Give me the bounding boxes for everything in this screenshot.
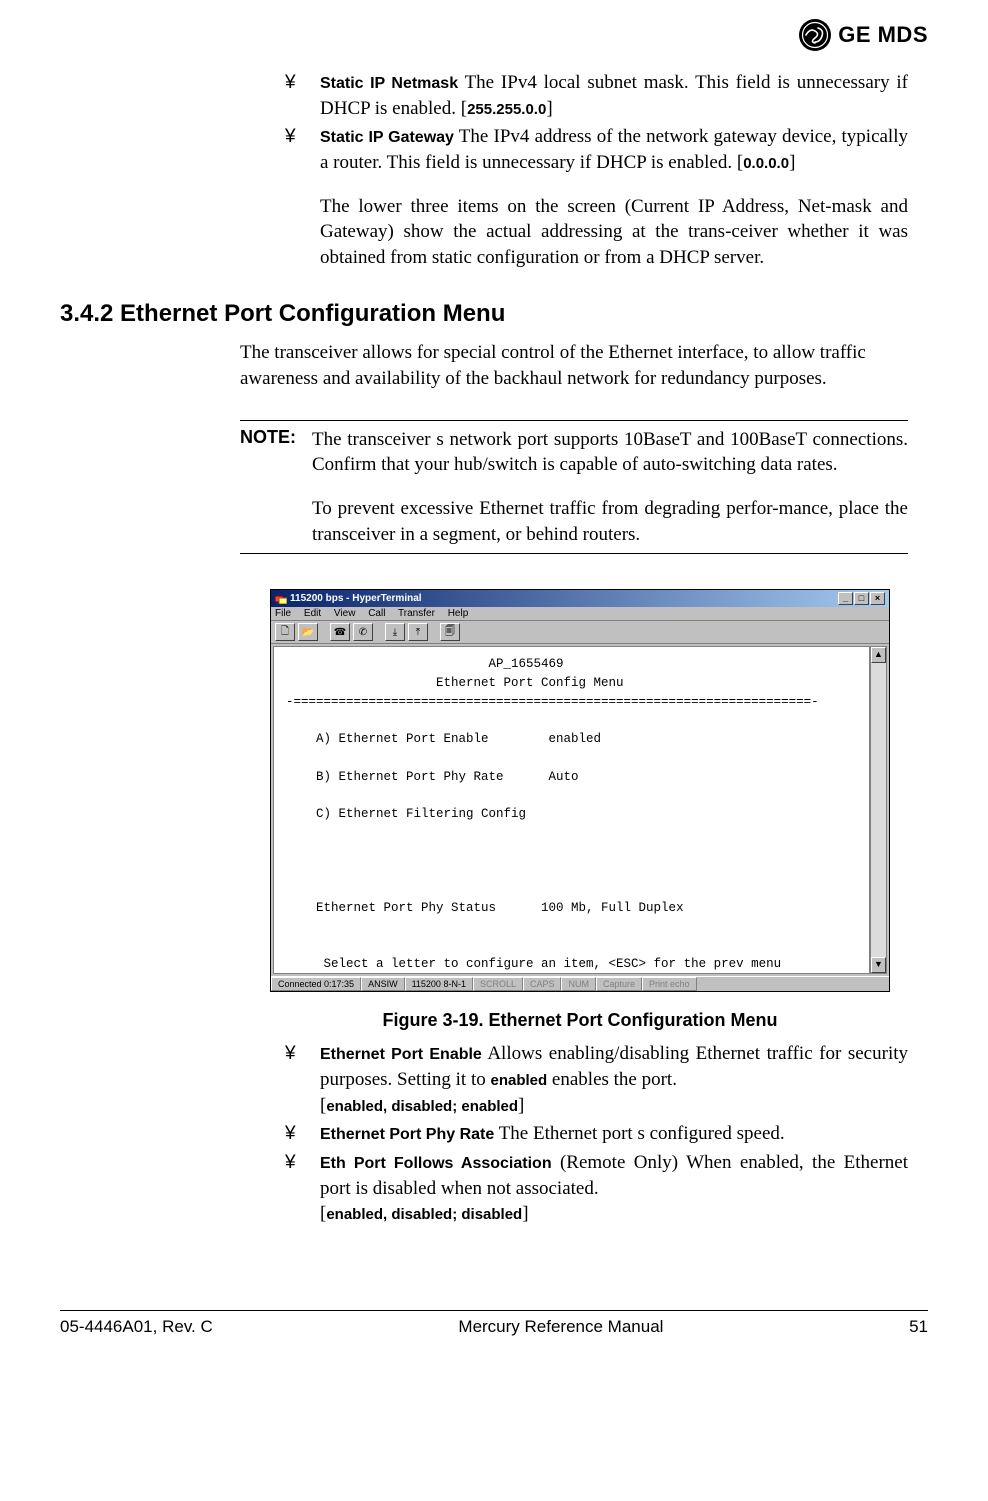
toolbar-new-icon[interactable]: 🗋 — [275, 623, 295, 641]
term-label: Ethernet Port Phy Rate — [320, 1126, 494, 1143]
term-label: Ethernet Port Enable — [320, 1046, 482, 1063]
section-paragraph: The transceiver allows for special contr… — [240, 340, 908, 391]
menu-transfer[interactable]: Transfer — [398, 608, 435, 619]
toolbar-open-icon[interactable]: 📂 — [298, 623, 318, 641]
term-value: 0.0.0.0 — [743, 155, 789, 172]
menu-edit[interactable]: Edit — [304, 608, 321, 619]
term-line — [286, 749, 857, 768]
term-line — [286, 862, 857, 881]
page-footer: 05-4446A01, Rev. C Mercury Reference Man… — [0, 1311, 988, 1357]
status-rate: 115200 8-N-1 — [405, 977, 473, 991]
inline-term: enabled — [490, 1072, 547, 1089]
scroll-up-icon[interactable]: ▲ — [871, 647, 886, 663]
minimize-button[interactable]: _ — [838, 592, 853, 605]
close-button[interactable]: × — [870, 592, 885, 605]
note-label: NOTE: — [240, 427, 312, 548]
status-printecho: Print echo — [642, 977, 697, 991]
bullet-eth-port-follows-association: ¥ Eth Port Follows Association (Remote O… — [285, 1150, 908, 1227]
bullet-static-ip-netmask: ¥ Static IP Netmask The IPv4 local subne… — [285, 70, 908, 121]
footer-title: Mercury Reference Manual — [458, 1317, 663, 1337]
term-options: enabled, disabled; disabled — [326, 1206, 522, 1223]
window-titlebar: 115200 bps - HyperTerminal _□× — [271, 590, 889, 607]
term-value: 255.255.0.0 — [467, 101, 546, 118]
window-title: 115200 bps - HyperTerminal — [290, 593, 422, 604]
ge-monogram-icon — [798, 18, 832, 52]
term-line — [286, 880, 857, 899]
status-caps: CAPS — [523, 977, 562, 991]
bullet-marker: ¥ — [285, 1041, 296, 1067]
term-line: Ethernet Port Phy Status 100 Mb, Full Du… — [286, 899, 857, 918]
hyperterminal-window: 115200 bps - HyperTerminal _□× File Edit… — [270, 589, 890, 992]
scroll-down-icon[interactable]: ▼ — [871, 957, 886, 973]
status-num: NUM — [561, 977, 596, 991]
term-line — [286, 824, 857, 843]
bullet-marker: ¥ — [285, 124, 296, 150]
term-desc-end: ] — [789, 152, 795, 173]
menu-bar: File Edit View Call Transfer Help — [271, 607, 889, 621]
toolbar-disconnect-icon[interactable]: ✆ — [353, 623, 373, 641]
term-line — [286, 843, 857, 862]
toolbar: 🗋 📂 ☎ ✆ ⤓ ⤒ 🗐 — [271, 621, 889, 644]
term-desc: The Ethernet port s configured speed. — [499, 1123, 785, 1144]
figure-caption: Figure 3-19. Ethernet Port Configuration… — [270, 1010, 890, 1031]
bullet-marker: ¥ — [285, 1150, 296, 1176]
term-line: C) Ethernet Filtering Config — [286, 805, 857, 824]
note-box: NOTE: The transceiver s network port sup… — [240, 420, 908, 555]
toolbar-receive-icon[interactable]: ⤒ — [408, 623, 428, 641]
term-line — [286, 918, 857, 937]
footer-doc-id: 05-4446A01, Rev. C — [60, 1317, 213, 1337]
term-label: Eth Port Follows Association — [320, 1155, 552, 1172]
term-options: enabled, disabled; enabled — [326, 1098, 518, 1115]
term-desc-end: ] — [546, 98, 552, 119]
bullet-marker: ¥ — [285, 1121, 296, 1147]
scrollbar[interactable]: ▲ ▼ — [870, 646, 887, 974]
app-icon — [275, 594, 287, 604]
toolbar-properties-icon[interactable]: 🗐 — [440, 623, 460, 641]
menu-view[interactable]: View — [334, 608, 356, 619]
bullet-static-ip-gateway: ¥ Static IP Gateway The IPv4 address of … — [285, 124, 908, 175]
term-label: Static IP Netmask — [320, 75, 458, 92]
term-paren: (Remote Only) — [552, 1152, 678, 1173]
brand-logo: GE MDS — [798, 18, 928, 52]
menu-help[interactable]: Help — [448, 608, 469, 619]
toolbar-connect-icon[interactable]: ☎ — [330, 623, 350, 641]
note-paragraph-2: To prevent excessive Ethernet traffic fr… — [312, 496, 908, 547]
term-line: B) Ethernet Port Phy Rate Auto — [286, 768, 857, 787]
section-heading: 3.4.2 Ethernet Port Configuration Menu — [60, 300, 928, 328]
status-bar: Connected 0:17:35 ANSIW 115200 8-N-1 SCR… — [271, 976, 889, 991]
term-label: Static IP Gateway — [320, 129, 454, 146]
bullet-marker: ¥ — [285, 70, 296, 96]
followup-paragraph: The lower three items on the screen (Cur… — [285, 194, 908, 271]
term-line: AP_1655469 — [286, 655, 857, 674]
status-emulation: ANSIW — [361, 977, 405, 991]
status-capture: Capture — [596, 977, 642, 991]
term-line — [286, 937, 857, 956]
term-line: -=======================================… — [286, 693, 857, 712]
terminal-area[interactable]: AP_1655469 Ethernet Port Config Menu-===… — [273, 646, 870, 974]
brand-text: GE MDS — [838, 22, 928, 48]
term-desc-2: enables the port. — [547, 1069, 677, 1090]
menu-file[interactable]: File — [275, 608, 291, 619]
status-scroll: SCROLL — [473, 977, 523, 991]
term-line: Ethernet Port Config Menu — [286, 674, 857, 693]
figure-hyperterminal: 115200 bps - HyperTerminal _□× File Edit… — [270, 589, 890, 1031]
toolbar-send-icon[interactable]: ⤓ — [385, 623, 405, 641]
bullet-ethernet-port-enable: ¥ Ethernet Port Enable Allows enabling/d… — [285, 1041, 908, 1118]
bullet-ethernet-port-phy-rate: ¥ Ethernet Port Phy Rate The Ethernet po… — [285, 1121, 908, 1147]
term-line: Select a letter to configure an item, <E… — [286, 955, 857, 974]
maximize-button[interactable]: □ — [854, 592, 869, 605]
term-line: A) Ethernet Port Enable enabled — [286, 730, 857, 749]
status-connected: Connected 0:17:35 — [271, 977, 361, 991]
term-line — [286, 712, 857, 731]
menu-call[interactable]: Call — [368, 608, 385, 619]
term-line — [286, 787, 857, 806]
footer-page-number: 51 — [909, 1317, 928, 1337]
note-paragraph-1: The transceiver s network port supports … — [312, 427, 908, 478]
